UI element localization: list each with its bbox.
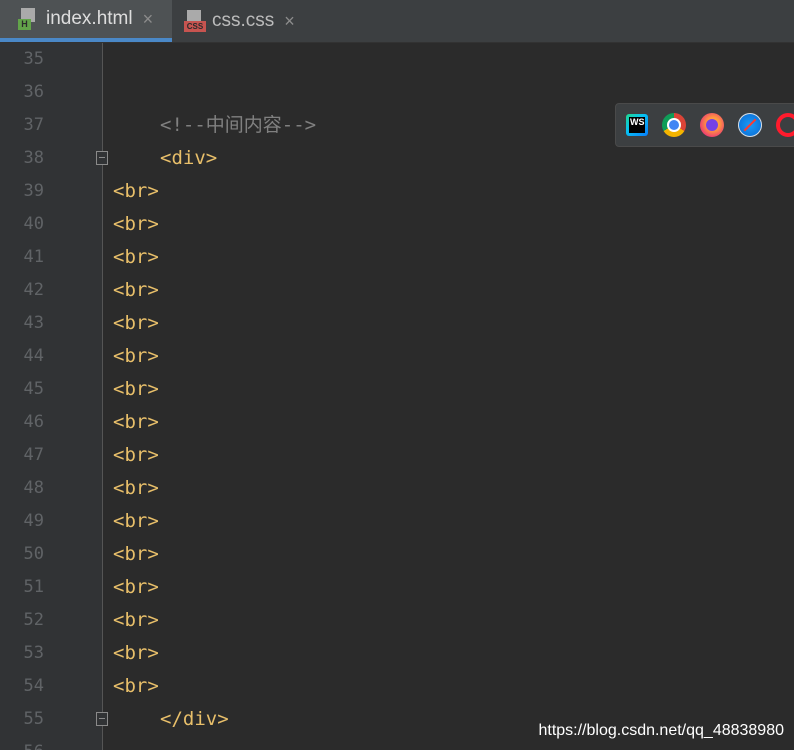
line-number: 36	[23, 82, 44, 102]
br-tag[interactable]: <br>	[113, 604, 159, 637]
br-tag[interactable]: <br>	[113, 274, 159, 307]
line-number: 41	[23, 247, 44, 267]
line-number: 54	[23, 676, 44, 696]
div-open-tag[interactable]: <div>	[160, 142, 217, 175]
br-tag[interactable]: <br>	[113, 505, 159, 538]
line-number: 51	[23, 577, 44, 597]
code-line: 50 <br>	[0, 538, 794, 571]
firefox-icon[interactable]	[700, 113, 724, 137]
browser-preview-toolbar: WS	[615, 103, 794, 147]
code-line: 48 <br>	[0, 472, 794, 505]
br-tag[interactable]: <br>	[113, 307, 159, 340]
opera-icon[interactable]	[776, 113, 794, 137]
code-line: 54 <br>	[0, 670, 794, 703]
editor-tab-bar: H index.html × CSS css.css ×	[0, 0, 794, 43]
br-tag[interactable]: <br>	[113, 340, 159, 373]
line-number: 46	[23, 412, 44, 432]
line-number: 37	[23, 115, 44, 135]
fold-marker-icon[interactable]	[96, 712, 108, 726]
br-tag[interactable]: <br>	[113, 373, 159, 406]
div-close-tag[interactable]: </div>	[160, 703, 229, 736]
code-line: 40 <br>	[0, 208, 794, 241]
line-number: 38	[23, 148, 44, 168]
line-number: 35	[23, 49, 44, 69]
code-line: 49 <br>	[0, 505, 794, 538]
html-comment[interactable]: <!--中间内容-->	[160, 109, 316, 142]
watermark-text: https://blog.csdn.net/qq_48838980	[538, 722, 784, 739]
code-line: 43 <br>	[0, 307, 794, 340]
line-number: 47	[23, 445, 44, 465]
line-number: 44	[23, 346, 44, 366]
code-line: 46 <br>	[0, 406, 794, 439]
line-number: 39	[23, 181, 44, 201]
line-number: 42	[23, 280, 44, 300]
line-number: 49	[23, 511, 44, 531]
line-number: 50	[23, 544, 44, 564]
code-line: 42 <br>	[0, 274, 794, 307]
code-line: 53 <br>	[0, 637, 794, 670]
br-tag[interactable]: <br>	[113, 472, 159, 505]
line-number: 55	[23, 709, 44, 729]
br-tag[interactable]: <br>	[113, 208, 159, 241]
code-line: 52 <br>	[0, 604, 794, 637]
line-number: 48	[23, 478, 44, 498]
code-line: 41 <br>	[0, 241, 794, 274]
code-line: 47 <br>	[0, 439, 794, 472]
br-tag[interactable]: <br>	[113, 439, 159, 472]
line-number: 43	[23, 313, 44, 333]
tab-css-css[interactable]: CSS css.css ×	[172, 0, 302, 42]
html-file-icon: H	[18, 8, 40, 30]
chrome-icon[interactable]	[662, 113, 686, 137]
css-file-icon: CSS	[184, 10, 206, 32]
br-tag[interactable]: <br>	[113, 406, 159, 439]
line-number: 56	[0, 736, 44, 750]
br-tag[interactable]: <br>	[113, 175, 159, 208]
code-line: 39 <br>	[0, 175, 794, 208]
code-line: 45 <br>	[0, 373, 794, 406]
line-number: 53	[23, 643, 44, 663]
br-tag[interactable]: <br>	[113, 538, 159, 571]
safari-icon[interactable]	[738, 113, 762, 137]
code-line: 44 <br>	[0, 340, 794, 373]
line-number: 40	[23, 214, 44, 234]
br-tag[interactable]: <br>	[113, 670, 159, 703]
br-tag[interactable]: <br>	[113, 637, 159, 670]
close-icon[interactable]: ×	[284, 11, 295, 32]
br-tag[interactable]: <br>	[113, 241, 159, 274]
line-number: 45	[23, 379, 44, 399]
line-number: 52	[23, 610, 44, 630]
fold-marker-icon[interactable]	[96, 151, 108, 165]
webstorm-icon[interactable]: WS	[626, 114, 648, 136]
code-line: 35	[0, 43, 794, 76]
close-icon[interactable]: ×	[143, 9, 154, 30]
code-line: 51 <br>	[0, 571, 794, 604]
tab-index-html[interactable]: H index.html ×	[0, 0, 172, 42]
tab-label: index.html	[46, 8, 133, 29]
br-tag[interactable]: <br>	[113, 571, 159, 604]
tab-label: css.css	[212, 10, 275, 31]
